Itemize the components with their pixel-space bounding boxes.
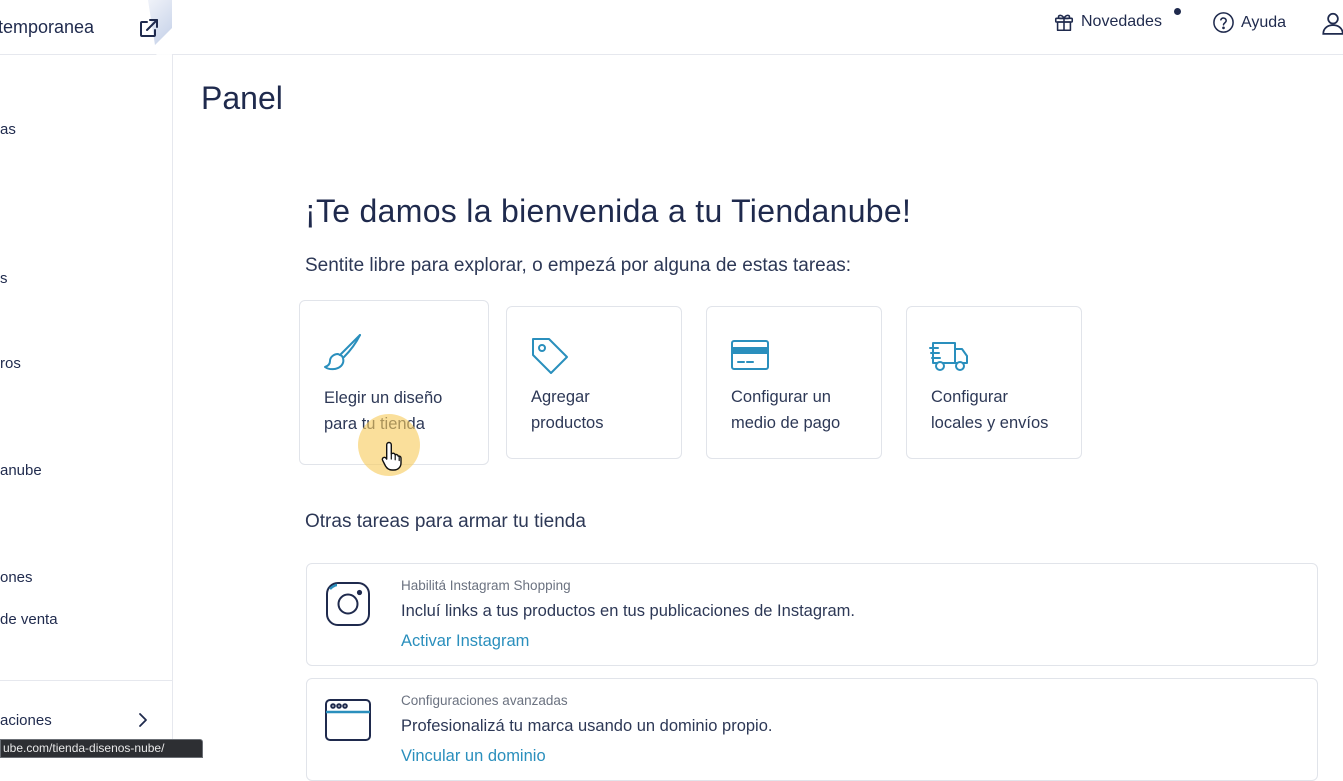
instagram-description: Incluí links a tus productos en tus publ… [401, 602, 855, 620]
other-tasks-title: Otras tareas para armar tu tienda [305, 511, 586, 532]
sidebar-item-1[interactable]: as [0, 121, 16, 138]
news-label: Novedades [1081, 13, 1162, 30]
sidebar-item-7[interactable]: aciones [0, 712, 52, 729]
welcome-heading: ¡Te damos la bienvenida a tu Tiendanube! [305, 193, 912, 229]
help-label: Ayuda [1241, 13, 1287, 31]
task-label-payment: Configurar un medio de pago [731, 388, 841, 432]
link-domain-link[interactable]: Vincular un dominio [401, 747, 546, 766]
instagram-task-card: Habilitá Instagram Shopping Incluí links… [306, 563, 1318, 666]
sidebar: temporanea as s ros anube ones de venta … [0, 0, 173, 756]
task-card-payment[interactable]: Configurar un medio de pago [706, 306, 882, 459]
brush-icon [324, 334, 361, 371]
sidebar-divider [0, 680, 172, 681]
news-button[interactable]: Novedades [1053, 11, 1162, 33]
store-name[interactable]: temporanea [0, 17, 94, 38]
sidebar-item-5[interactable]: ones [0, 569, 33, 586]
browser-window-icon [325, 699, 371, 741]
instagram-icon [326, 582, 370, 626]
user-icon[interactable] [1320, 10, 1343, 36]
domain-kicker: Configuraciones avanzadas [401, 693, 568, 708]
instagram-kicker: Habilitá Instagram Shopping [401, 578, 571, 593]
gift-icon [1054, 14, 1074, 32]
tag-icon [532, 338, 568, 374]
chevron-right-icon[interactable] [136, 712, 150, 728]
activate-instagram-link[interactable]: Activar Instagram [401, 632, 529, 651]
credit-card-icon [731, 340, 769, 370]
domain-task-card: Configuraciones avanzadas Profesionalizá… [306, 678, 1318, 781]
welcome-subtitle: Sentite libre para explorar, o empezá po… [305, 255, 852, 276]
help-circle-icon [1213, 12, 1234, 33]
task-label-products: Agregar productos [531, 388, 604, 432]
page-title: Panel [201, 80, 283, 116]
sidebar-item-4[interactable]: anube [0, 462, 42, 479]
help-button[interactable]: Ayuda [1212, 11, 1286, 34]
hand-cursor-icon [381, 441, 402, 471]
sidebar-header: temporanea [0, 0, 172, 62]
truck-icon [929, 342, 968, 371]
sidebar-item-6[interactable]: de venta [0, 611, 58, 628]
sidebar-item-3[interactable]: ros [0, 355, 21, 372]
status-bar-url: ube.com/tienda-disenos-nube/ [0, 739, 203, 758]
notification-dot [1174, 8, 1181, 15]
external-link-icon[interactable] [137, 16, 161, 40]
task-card-shipping[interactable]: Configurar locales y envíos [906, 306, 1082, 459]
task-card-products[interactable]: Agregar productos [506, 306, 682, 459]
sidebar-item-2[interactable]: s [0, 270, 8, 287]
task-label-shipping: Configurar locales y envíos [931, 388, 1049, 432]
top-bar [172, 0, 1343, 55]
domain-description: Profesionalizá tu marca usando un domini… [401, 717, 773, 735]
